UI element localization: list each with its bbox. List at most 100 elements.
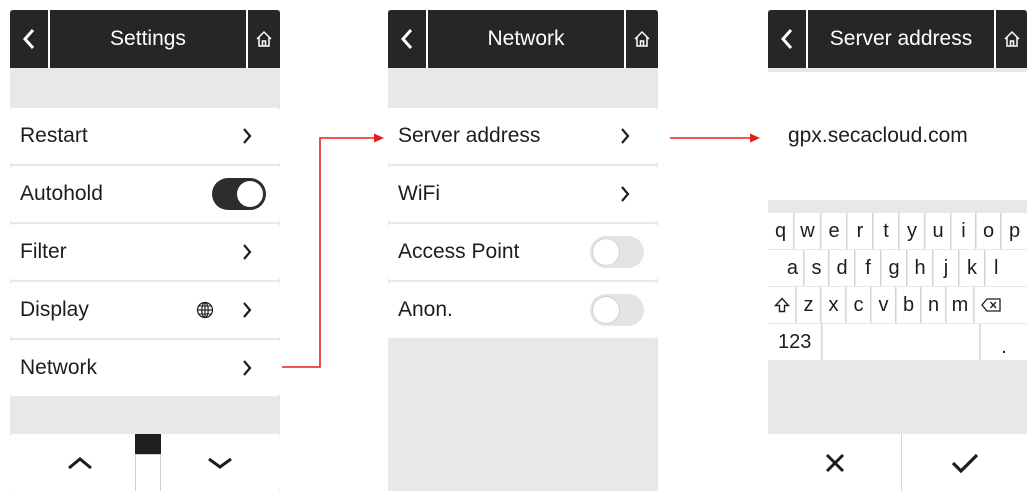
page-title: Settings [110,27,186,50]
back-button[interactable] [388,10,426,68]
home-icon [634,30,650,47]
key-i[interactable]: i [952,213,976,249]
key-r[interactable]: r [848,213,873,249]
chevron-left-icon [401,29,413,49]
chevron-right-icon [242,127,252,145]
key-y[interactable]: y [900,213,925,249]
cancel-button[interactable] [768,434,901,491]
numeric-mode-key[interactable]: 123 [768,324,822,360]
home-icon [256,30,272,47]
home-button[interactable] [628,10,656,68]
menu-item-wifi[interactable]: WiFi [388,166,658,222]
menu-item-label: Access Point [398,240,520,263]
arrow-server-to-address [670,133,760,143]
keyboard-row: z x c v b n m [768,287,1027,323]
access-point-toggle[interactable] [590,236,644,268]
chevron-left-icon [781,29,793,49]
scrollbar[interactable] [135,434,161,491]
key-v[interactable]: v [872,287,896,323]
menu-item-anon[interactable]: Anon. [388,282,658,338]
key-e[interactable]: e [822,213,847,249]
backspace-key[interactable] [975,287,1027,323]
autohold-toggle[interactable] [212,178,266,210]
header-divider [624,10,626,68]
key-a[interactable]: a [768,250,804,286]
arrow-network-to-server [282,133,384,368]
key-m[interactable]: m [947,287,974,323]
shift-icon [773,297,790,313]
menu-item-restart[interactable]: Restart [10,108,280,164]
home-icon [1004,30,1020,47]
back-button[interactable] [10,10,48,68]
server-address-value: gpx.secacloud.com [788,124,968,147]
menu-item-label: Network [20,356,98,379]
settings-screen: Settings Restart Autohold Filter Display… [10,10,280,491]
scrollbar-divider [136,454,160,455]
key-c[interactable]: c [847,287,871,323]
chevron-right-icon [620,127,630,145]
space-key[interactable] [823,324,980,360]
menu-item-label: Restart [20,124,88,147]
home-button[interactable] [250,10,278,68]
globe-icon [196,301,214,319]
menu-item-label: Autohold [20,182,103,205]
check-icon [951,453,978,473]
menu-item-display[interactable]: Display [10,282,280,338]
key-h[interactable]: h [908,250,933,286]
confirm-button[interactable] [902,434,1027,491]
menu-item-label: Display [20,298,89,321]
key-k[interactable]: k [960,250,985,286]
key-w[interactable]: w [795,213,821,249]
keyboard-row: 123 . [768,324,1027,360]
backspace-icon [981,298,1001,312]
menu-item-label: Filter [20,240,67,263]
back-button[interactable] [768,10,806,68]
menu-item-server-address[interactable]: Server address [388,108,658,164]
menu-item-network[interactable]: Network [10,340,280,396]
chevron-right-icon [242,301,252,319]
key-j[interactable]: j [934,250,959,286]
server-address-field[interactable]: gpx.secacloud.com [768,72,1027,200]
menu-item-label: WiFi [398,182,440,205]
toggle-knob [237,181,263,207]
chevron-right-icon [242,359,252,377]
key-q[interactable]: q [768,213,794,249]
key-d[interactable]: d [830,250,855,286]
network-screen: Network Server address WiFi Access Point… [388,10,658,491]
menu-item-label: Server address [398,124,541,147]
keyboard-row: a s d f g h j k l [768,250,1027,286]
network-header: Network [388,10,658,68]
key-u[interactable]: u [926,213,951,249]
menu-item-label: Anon. [398,298,453,321]
home-button[interactable] [998,10,1026,68]
toggle-knob [593,297,619,323]
shift-key[interactable] [768,287,796,323]
key-x[interactable]: x [822,287,846,323]
key-o[interactable]: o [977,213,1001,249]
settings-header: Settings [10,10,280,68]
scroll-up-button[interactable] [30,434,130,491]
key-g[interactable]: g [882,250,907,286]
chevron-right-icon [242,243,252,261]
menu-item-autohold[interactable]: Autohold [10,166,280,222]
key-b[interactable]: b [897,287,921,323]
chevron-left-icon [23,29,35,49]
key-l[interactable]: l [986,250,1027,286]
anon-toggle[interactable] [590,294,644,326]
key-s[interactable]: s [805,250,829,286]
key-p[interactable]: p [1002,213,1027,249]
key-z[interactable]: z [797,287,821,323]
toggle-knob [593,239,619,265]
key-f[interactable]: f [856,250,881,286]
scrollbar-thumb[interactable] [135,434,161,454]
key-n[interactable]: n [922,287,946,323]
page-title: Server address [829,27,973,50]
menu-item-access-point[interactable]: Access Point [388,224,658,280]
scroll-down-button[interactable] [170,434,270,491]
page-title: Network [487,27,565,50]
menu-item-filter[interactable]: Filter [10,224,280,280]
header-divider [994,10,996,68]
key-period[interactable]: . [981,324,1027,360]
key-t[interactable]: t [874,213,899,249]
action-bar [768,434,1027,491]
